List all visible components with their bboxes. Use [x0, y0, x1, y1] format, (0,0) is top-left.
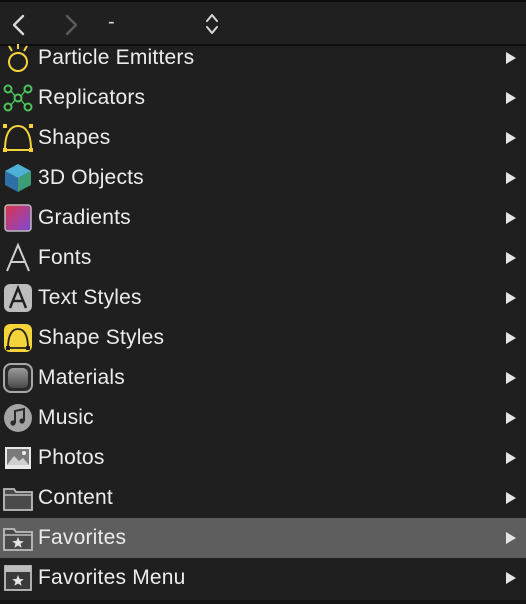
list-item-label: Gradients — [38, 206, 131, 229]
updown-chevron-icon[interactable] — [204, 12, 220, 36]
submenu-arrow-icon — [505, 531, 517, 545]
list-item-replicators[interactable]: Replicators — [0, 78, 526, 118]
submenu-arrow-icon — [505, 331, 517, 345]
list-item-photos[interactable]: Photos — [0, 438, 526, 478]
list-item-label: Text Styles — [38, 286, 142, 309]
gradient-icon — [2, 203, 34, 233]
submenu-arrow-icon — [505, 211, 517, 225]
list-item-shape-styles[interactable]: Shape Styles — [0, 318, 526, 358]
list-item-favorites[interactable]: Favorites — [0, 518, 526, 558]
path-popup-label[interactable]: - — [108, 11, 115, 34]
bottom-border — [0, 600, 526, 604]
submenu-arrow-icon — [505, 571, 517, 585]
shape-style-icon — [2, 323, 34, 353]
submenu-arrow-icon — [505, 411, 517, 425]
back-button[interactable] — [8, 12, 30, 38]
photo-icon — [2, 443, 34, 473]
cube-icon — [2, 163, 34, 193]
music-icon — [2, 403, 34, 433]
submenu-arrow-icon — [505, 291, 517, 305]
list-item-label: Particle Emitters — [38, 46, 195, 69]
list-item-text-styles[interactable]: Text Styles — [0, 278, 526, 318]
list-item-label: Shape Styles — [38, 326, 165, 349]
list-item-label: Materials — [38, 366, 125, 389]
list-item-label: Favorites — [38, 526, 127, 549]
submenu-arrow-icon — [505, 491, 517, 505]
submenu-arrow-icon — [505, 91, 517, 105]
shape-icon — [2, 123, 34, 153]
list-item-label: Music — [38, 406, 94, 429]
chevron-right-icon — [65, 14, 78, 36]
favorites-menu-icon — [2, 563, 34, 593]
list-item-label: Favorites Menu — [38, 566, 186, 589]
submenu-arrow-icon — [505, 451, 517, 465]
submenu-arrow-icon — [505, 131, 517, 145]
submenu-arrow-icon — [505, 371, 517, 385]
list-item-label: Photos — [38, 446, 105, 469]
list-item-fonts[interactable]: Fonts — [0, 238, 526, 278]
replicator-icon — [2, 83, 34, 113]
submenu-arrow-icon — [505, 251, 517, 265]
text-style-icon — [2, 283, 34, 313]
chevron-left-icon — [12, 14, 25, 36]
list-item-gradients[interactable]: Gradients — [0, 198, 526, 238]
favorites-folder-icon — [2, 523, 34, 553]
list-item-label: Content — [38, 486, 113, 509]
list-item-content[interactable]: Content — [0, 478, 526, 518]
submenu-arrow-icon — [505, 51, 517, 65]
list-item-particle-emitters[interactable]: Particle Emitters — [0, 38, 526, 78]
folder-icon — [2, 483, 34, 513]
library-list: Particle Emitters Replicators Shapes 3D … — [0, 38, 526, 600]
font-icon — [2, 243, 34, 273]
list-item-label: Shapes — [38, 126, 111, 149]
forward-button[interactable] — [60, 12, 82, 38]
list-item-music[interactable]: Music — [0, 398, 526, 438]
list-item-label: Replicators — [38, 86, 146, 109]
list-item-favorites-menu[interactable]: Favorites Menu — [0, 558, 526, 598]
list-item-materials[interactable]: Materials — [0, 358, 526, 398]
list-item-label: Fonts — [38, 246, 92, 269]
particle-emitter-icon — [2, 43, 34, 73]
submenu-arrow-icon — [505, 171, 517, 185]
list-item-3d-objects[interactable]: 3D Objects — [0, 158, 526, 198]
material-icon — [2, 363, 34, 393]
list-item-label: 3D Objects — [38, 166, 144, 189]
list-item-shapes[interactable]: Shapes — [0, 118, 526, 158]
